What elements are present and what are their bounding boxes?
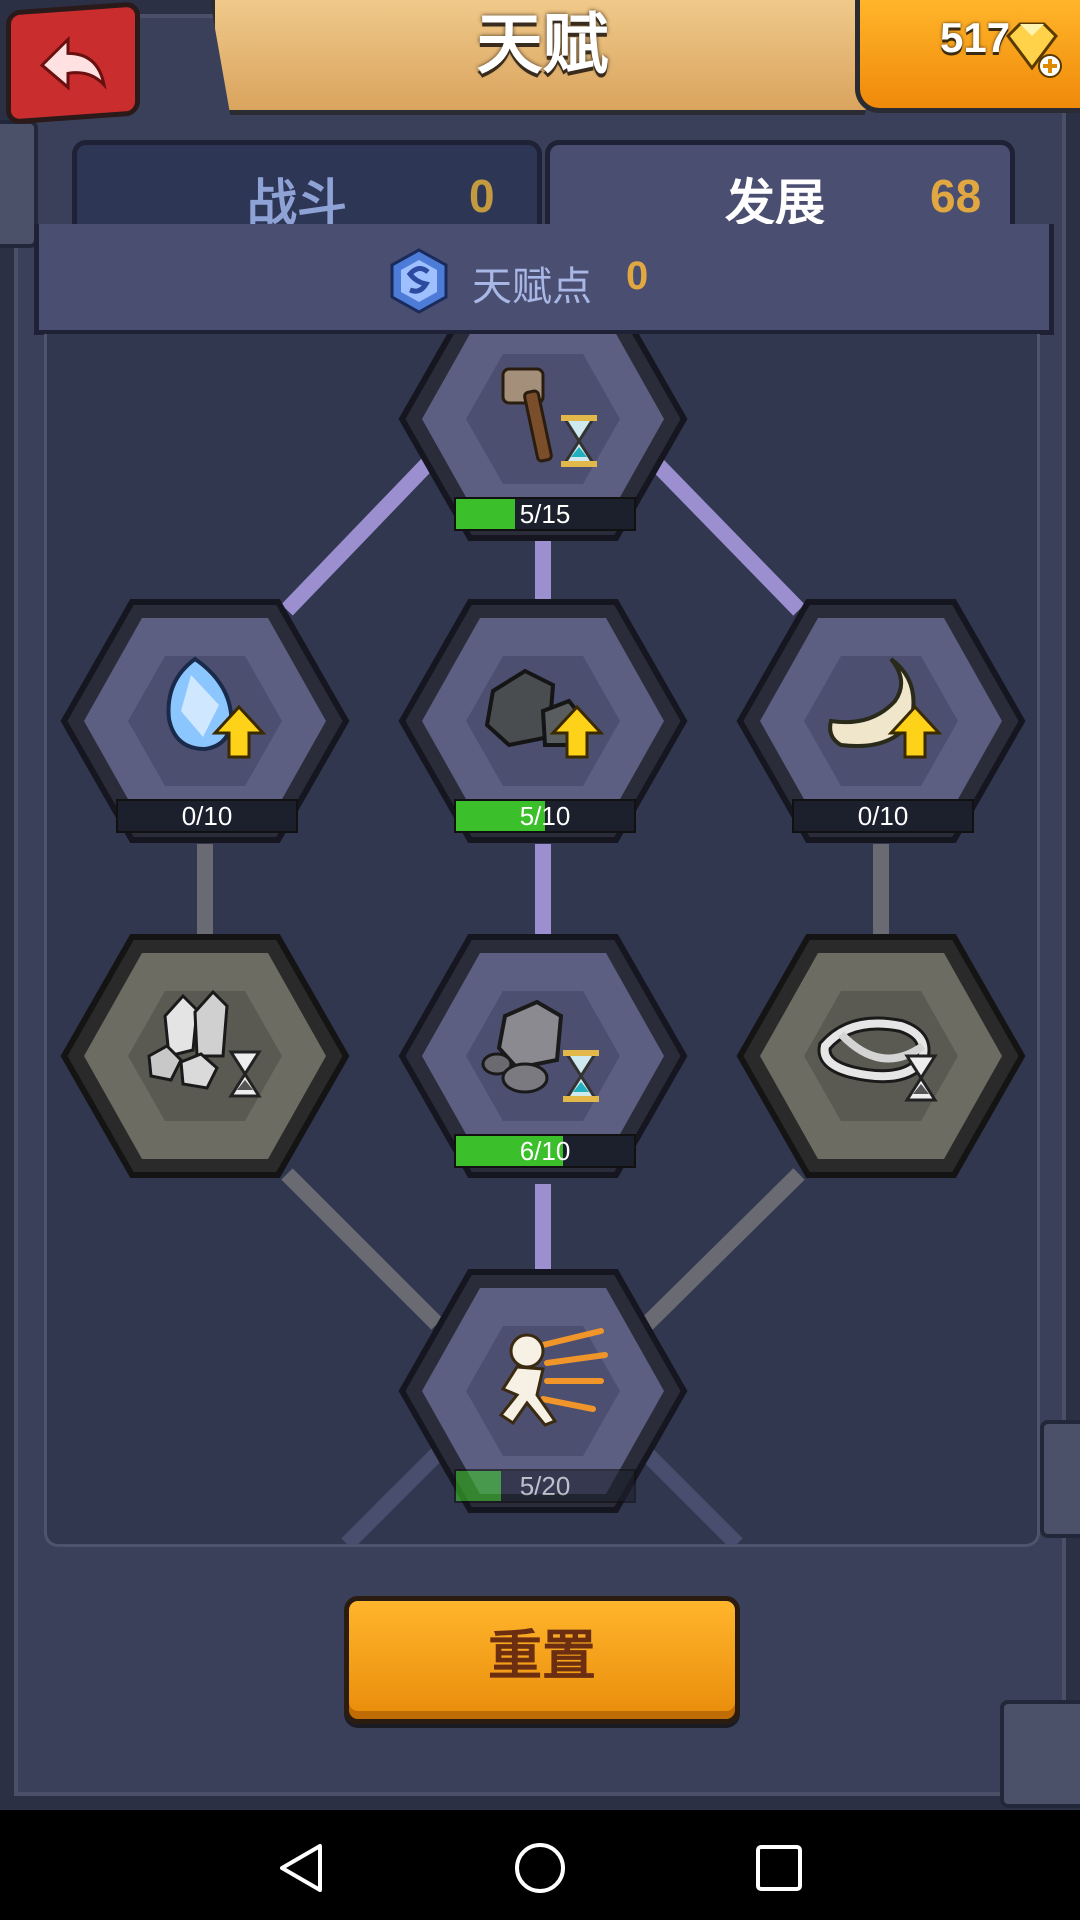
nav-home-icon[interactable] (510, 1838, 570, 1898)
node-progress-bar: 0/10 (792, 799, 974, 833)
talent-node-crystal-hourglass[interactable] (60, 931, 350, 1181)
talent-point-icon (390, 248, 448, 314)
talent-node-bone-hourglass[interactable] (736, 931, 1026, 1181)
talent-points-label: 天赋点 (472, 264, 592, 310)
bone-upgrade-icon (828, 657, 943, 759)
node-progress-text: 5/20 (519, 1471, 571, 1501)
tab-development-value: 68 (930, 170, 982, 222)
node-progress-text: 5/10 (519, 801, 571, 831)
talent-node-stone-upgrade[interactable]: 5/10 (398, 596, 688, 846)
talent-node-speed[interactable]: 5/20 (398, 1266, 688, 1516)
rock-decoration (1000, 1700, 1080, 1808)
tab-combat-value: 0 (469, 170, 495, 222)
node-progress-bar: 6/10 (454, 1134, 636, 1168)
running-speed-icon (498, 1328, 608, 1427)
crystal-upgrade-icon (166, 656, 267, 759)
stone-hourglass-icon (481, 999, 599, 1102)
page-title: 天赋 (476, 6, 609, 83)
reset-button-label: 重置 (488, 1624, 596, 1687)
rock-decoration (0, 120, 38, 248)
system-nav-bar (0, 1810, 1080, 1920)
stone-upgrade-icon (484, 668, 605, 759)
node-progress-bar: 5/15 (454, 497, 636, 531)
talent-node-bone-upgrade[interactable]: 0/10 (736, 596, 1026, 846)
node-progress-bar: 5/20 (454, 1469, 636, 1503)
nav-recents-icon[interactable] (749, 1838, 809, 1898)
talent-tree-panel[interactable]: 5/15 0/10 5/10 0/10 6/10 5/20 (44, 334, 1040, 1547)
bone-hourglass-icon (817, 1016, 938, 1102)
crystal-hourglass-icon (147, 989, 262, 1098)
node-progress-bar: 5/10 (454, 799, 636, 833)
talent-node-stone-hourglass[interactable]: 6/10 (398, 931, 688, 1181)
node-progress-bar: 0/10 (116, 799, 298, 833)
node-progress-text: 0/10 (181, 801, 233, 831)
gem-plus-icon (1006, 22, 1062, 78)
talent-points-value: 0 (626, 254, 649, 298)
reset-button[interactable]: 重置 (344, 1596, 740, 1724)
talent-node-crystal-upgrade[interactable]: 0/10 (60, 596, 350, 846)
node-progress-text: 6/10 (519, 1136, 571, 1166)
node-progress-text: 5/15 (519, 499, 571, 529)
hammer-hourglass-icon (501, 367, 597, 467)
nav-back-icon[interactable] (272, 1838, 332, 1898)
node-progress-text: 0/10 (857, 801, 909, 831)
back-arrow-icon (39, 35, 107, 91)
back-button[interactable] (6, 1, 140, 125)
rock-decoration (1040, 1420, 1080, 1538)
talent-node-hammer[interactable]: 5/15 (398, 334, 688, 544)
